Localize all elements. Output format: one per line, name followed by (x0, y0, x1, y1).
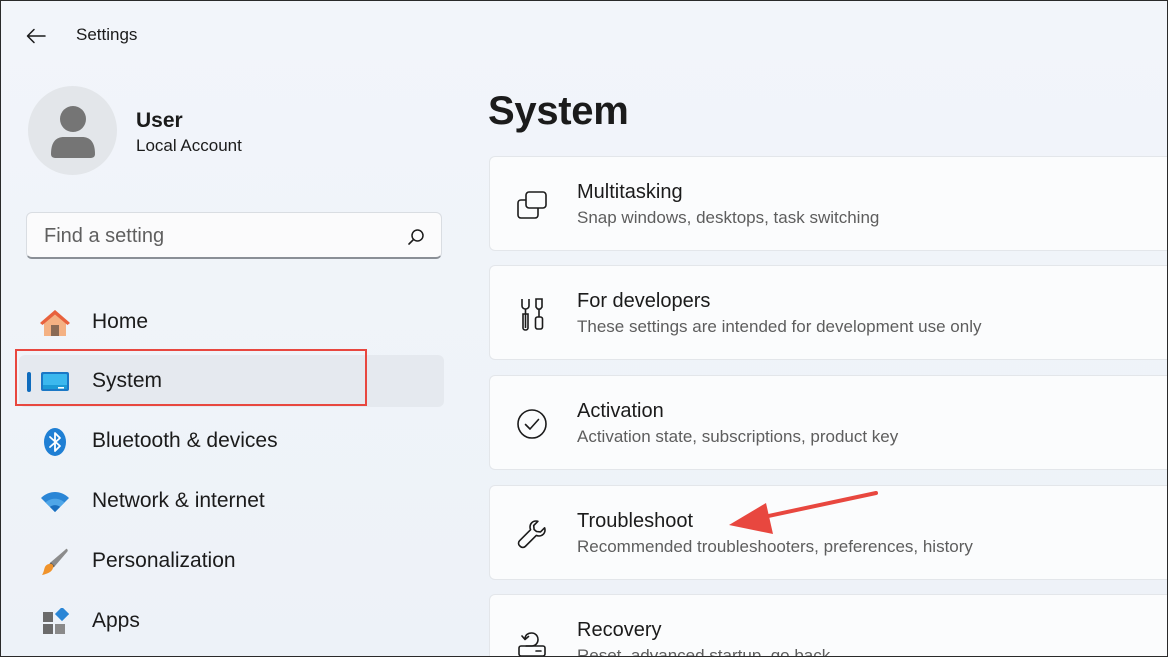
search-icon[interactable] (407, 228, 425, 246)
card-activation[interactable]: Activation Activation state, subscriptio… (489, 375, 1167, 470)
sidebar-item-label: System (92, 369, 163, 392)
card-title: Recovery (577, 619, 662, 641)
person-icon (50, 105, 95, 158)
search-box[interactable] (26, 212, 442, 259)
system-monitor-icon (39, 368, 71, 396)
sidebar-item-system[interactable]: System (19, 355, 444, 407)
settings-window: Settings User Local Account Find a setti… (0, 0, 1168, 657)
sidebar-item-label: Network & internet (92, 489, 265, 512)
app-title: Settings (76, 25, 138, 44)
multitasking-icon (515, 188, 549, 222)
card-title: For developers (577, 290, 711, 312)
selection-indicator (27, 372, 31, 392)
sidebar-item-home[interactable]: Home (19, 296, 444, 348)
card-subtitle: Recommended troubleshooters, preferences… (577, 537, 973, 556)
avatar[interactable] (28, 86, 117, 175)
back-arrow-icon (26, 28, 46, 44)
card-title: Activation (577, 400, 664, 422)
sidebar-item-label: Personalization (92, 549, 236, 572)
recovery-icon (515, 626, 549, 656)
sidebar-item-apps[interactable]: Apps (19, 595, 444, 647)
home-icon (39, 309, 71, 337)
wifi-icon (39, 488, 71, 516)
developer-tools-icon (515, 297, 549, 331)
paintbrush-icon (39, 548, 71, 576)
page-title: System (488, 89, 629, 133)
card-subtitle: Reset, advanced startup, go back (577, 646, 831, 657)
bluetooth-icon (39, 428, 71, 456)
card-subtitle: These settings are intended for developm… (577, 317, 982, 336)
card-subtitle: Snap windows, desktops, task switching (577, 208, 880, 227)
wrench-icon (515, 517, 549, 551)
sidebar-item-label: Bluetooth & devices (92, 429, 278, 452)
card-for-developers[interactable]: For developers These settings are intend… (489, 265, 1167, 360)
sidebar-item-personalization[interactable]: Personalization (19, 535, 444, 587)
search-input[interactable] (42, 221, 386, 251)
sidebar-item-label: Home (92, 310, 149, 333)
card-subtitle: Activation state, subscriptions, product… (577, 427, 899, 446)
card-title: Troubleshoot (577, 510, 693, 532)
sidebar-item-bluetooth[interactable]: Bluetooth & devices (19, 415, 444, 467)
card-multitasking[interactable]: Multitasking Snap windows, desktops, tas… (489, 156, 1167, 251)
card-recovery[interactable]: Recovery Reset, advanced startup, go bac… (489, 594, 1167, 657)
apps-icon (39, 608, 71, 636)
card-troubleshoot[interactable]: Troubleshoot Recommended troubleshooters… (489, 485, 1167, 580)
sidebar-item-network[interactable]: Network & internet (19, 475, 444, 527)
back-button[interactable] (19, 21, 53, 51)
card-title: Multitasking (577, 181, 683, 203)
checkmark-circle-icon (515, 407, 549, 441)
user-name: User (136, 109, 183, 132)
account-type: Local Account (136, 136, 242, 155)
sidebar-item-label: Apps (92, 609, 140, 632)
title-bar: Settings (1, 1, 1167, 69)
